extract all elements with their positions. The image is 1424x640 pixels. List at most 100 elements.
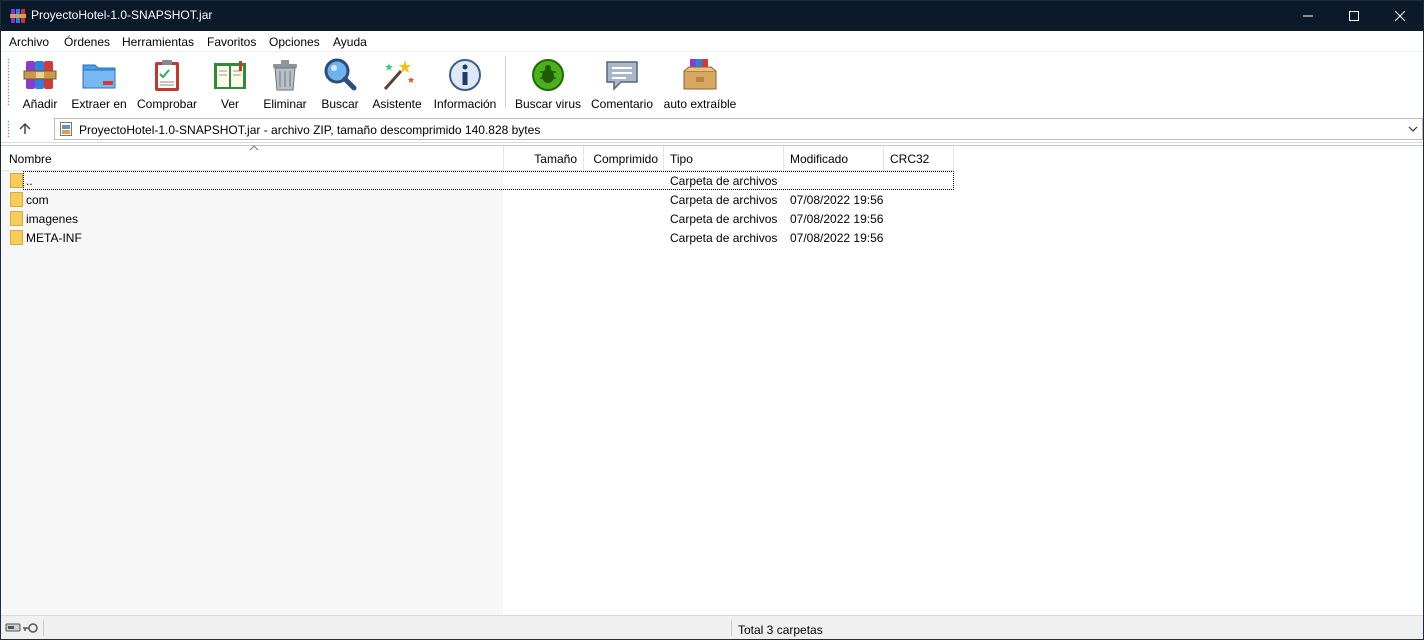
comment-icon (606, 61, 638, 91)
maximize-icon (1349, 11, 1359, 21)
file-name: com (26, 193, 49, 207)
add-label: Añadir (22, 97, 58, 111)
minimize-button[interactable] (1285, 1, 1331, 31)
magnifier-icon (324, 58, 357, 91)
view-book-icon (214, 61, 246, 89)
column-header-modified[interactable]: Modificado (784, 146, 884, 171)
list-item-parent[interactable]: .. Carpeta de archivos (1, 171, 954, 190)
toolbar-separator (505, 56, 506, 108)
file-type: Carpeta de archivos (670, 231, 778, 245)
find-label: Buscar (321, 97, 359, 111)
file-type: Carpeta de archivos (670, 212, 778, 226)
delete-button[interactable]: Eliminar (260, 55, 310, 111)
menu-opciones[interactable]: Opciones (269, 35, 320, 49)
column-type-label: Tipo (670, 152, 693, 166)
wizard-button[interactable]: Asistente (370, 55, 424, 111)
sfx-box-icon (683, 59, 717, 90)
address-row: ProyectoHotel-1.0-SNAPSHOT.jar - archivo… (1, 115, 1423, 143)
file-name: .. (26, 174, 33, 188)
menu-bar: Archivo Órdenes Herramientas Favoritos O… (1, 31, 1423, 52)
view-button[interactable]: Ver (206, 55, 254, 111)
list-item[interactable]: com Carpeta de archivos 07/08/2022 19:56 (1, 190, 953, 209)
add-archive-icon (23, 61, 57, 89)
status-text: Total 3 carpetas (738, 623, 823, 637)
column-modified-label: Modificado (790, 152, 849, 166)
virus-scan-button[interactable]: Buscar virus (513, 55, 583, 111)
sfx-button[interactable]: auto extraíble (661, 55, 739, 111)
file-name: imagenes (26, 212, 79, 226)
focus-rectangle (23, 171, 954, 190)
toolbar: Añadir Extraer en Comprobar Ver Eliminar… (1, 52, 1423, 115)
address-grip[interactable] (7, 120, 10, 138)
test-clipboard-icon (155, 60, 179, 91)
wizard-wand-icon (383, 60, 414, 90)
menu-herramientas[interactable]: Herramientas (122, 35, 194, 49)
close-icon (1395, 11, 1405, 21)
add-button[interactable]: Añadir (17, 55, 63, 111)
comment-label: Comentario (590, 97, 654, 111)
extract-folder-icon (82, 64, 116, 89)
extract-to-label: Extraer en (71, 97, 127, 111)
toolbar-grip[interactable] (7, 58, 10, 106)
minimize-icon (1303, 15, 1313, 17)
chevron-down-icon[interactable] (1408, 124, 1418, 134)
sort-ascending-icon (249, 145, 259, 151)
file-type: Carpeta de archivos (670, 174, 778, 188)
test-button[interactable]: Comprobar (134, 55, 200, 111)
file-modified: 07/08/2022 19:56 (790, 231, 884, 245)
list-item[interactable]: META-INF Carpeta de archivos 07/08/2022 … (1, 228, 953, 247)
menu-ordenes[interactable]: Órdenes (64, 35, 110, 49)
winrar-window: ProyectoHotel-1.0-SNAPSHOT.jar Archivo Ó… (0, 0, 1424, 640)
test-label: Comprobar (136, 97, 198, 111)
comment-button[interactable]: Comentario (587, 55, 657, 111)
menu-archivo[interactable]: Archivo (9, 35, 49, 49)
file-modified: 07/08/2022 19:56 (790, 193, 884, 207)
column-crc-label: CRC32 (890, 152, 930, 166)
column-header-name[interactable]: Nombre (1, 145, 504, 171)
extract-to-button[interactable]: Extraer en (71, 55, 127, 111)
arrow-up-icon (19, 122, 31, 134)
find-button[interactable]: Buscar (317, 55, 363, 111)
folder-icon (10, 173, 23, 188)
info-button[interactable]: Información (430, 55, 500, 111)
winrar-app-icon[interactable] (10, 8, 26, 24)
folder-icon (10, 192, 23, 207)
up-one-level-button[interactable] (15, 119, 35, 139)
status-separator (731, 620, 732, 636)
folder-icon (10, 211, 23, 226)
archive-file-icon (60, 122, 72, 136)
view-label: Ver (220, 97, 239, 111)
address-text: ProyectoHotel-1.0-SNAPSHOT.jar - archivo… (79, 123, 541, 137)
window-title: ProyectoHotel-1.0-SNAPSHOT.jar (31, 8, 213, 22)
file-list[interactable]: Nombre Tamaño Comprimido Tipo Modificado… (1, 145, 1423, 616)
sfx-label: auto extraíble (663, 97, 737, 111)
info-icon (449, 59, 481, 91)
status-separator (43, 620, 44, 636)
title-bar[interactable]: ProyectoHotel-1.0-SNAPSHOT.jar (1, 1, 1423, 31)
status-bar: Total 3 carpetas (1, 615, 1423, 639)
column-packed-label: Comprimido (593, 152, 658, 166)
file-modified: 07/08/2022 19:56 (790, 212, 884, 226)
file-name: META-INF (26, 231, 82, 245)
menu-favoritos[interactable]: Favoritos (207, 35, 256, 49)
column-header-type[interactable]: Tipo (664, 146, 784, 171)
virus-scan-label: Buscar virus (514, 97, 582, 111)
column-name-label: Nombre (9, 152, 52, 166)
wizard-label: Asistente (372, 97, 422, 111)
virus-scan-icon (532, 59, 564, 91)
folder-icon (10, 230, 23, 245)
address-combo[interactable]: ProyectoHotel-1.0-SNAPSHOT.jar - archivo… (54, 118, 1423, 140)
list-item[interactable]: imagenes Carpeta de archivos 07/08/2022 … (1, 209, 953, 228)
file-type: Carpeta de archivos (670, 193, 778, 207)
column-size-label: Tamaño (534, 152, 577, 166)
delete-label: Eliminar (263, 97, 307, 111)
column-header-packed[interactable]: Comprimido (584, 146, 664, 171)
column-header-crc[interactable]: CRC32 (884, 146, 954, 171)
column-header-size[interactable]: Tamaño (504, 146, 584, 171)
drive-key-icon[interactable] (5, 621, 41, 635)
close-button[interactable] (1377, 1, 1423, 31)
maximize-button[interactable] (1331, 1, 1377, 31)
info-label: Información (433, 97, 497, 111)
trash-icon (273, 60, 297, 91)
menu-ayuda[interactable]: Ayuda (333, 35, 367, 49)
